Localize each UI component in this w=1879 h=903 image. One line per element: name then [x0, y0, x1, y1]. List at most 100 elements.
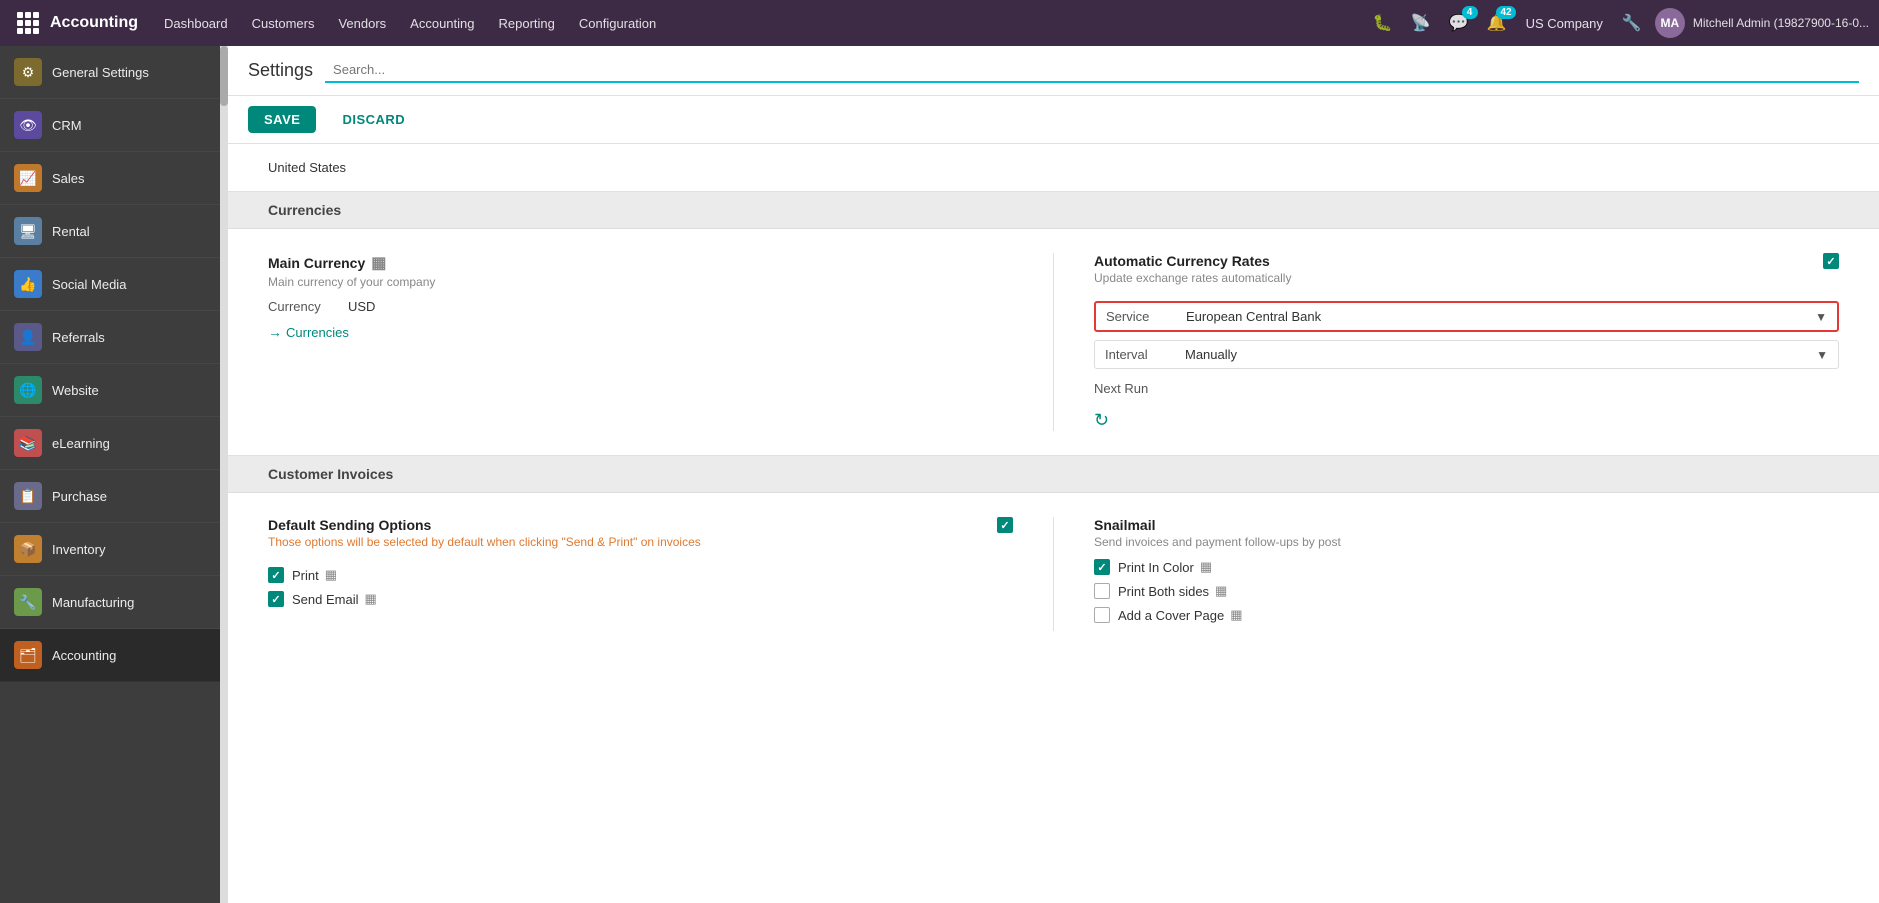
auto-rates-checkbox[interactable]: ✓	[1823, 253, 1839, 269]
nav-configuration[interactable]: Configuration	[569, 8, 666, 39]
interval-dropdown[interactable]: Manually ▼	[1185, 347, 1828, 362]
refresh-icon[interactable]: ↻	[1094, 410, 1839, 431]
add-cover-checkbox[interactable]	[1094, 607, 1110, 623]
save-button[interactable]: SAVE	[248, 106, 316, 133]
send-email-checkbox[interactable]: ✓	[268, 591, 284, 607]
invoice-vertical-divider	[1053, 517, 1054, 631]
interval-label: Interval	[1105, 347, 1185, 362]
invoice-settings-row: Default Sending Options Those options wi…	[268, 517, 1839, 631]
send-email-check-row: ✓ Send Email ▦	[268, 591, 1013, 607]
network-icon[interactable]: 📡	[1406, 8, 1436, 38]
main-nav: Dashboard Customers Vendors Accounting R…	[154, 8, 1368, 39]
currencies-section-header: Currencies	[228, 192, 1879, 229]
avatar[interactable]: MA	[1655, 8, 1685, 38]
sidebar-item-purchase[interactable]: 📋 Purchase	[0, 470, 220, 523]
accounting-icon: 🗂	[14, 641, 42, 669]
sidebar-label-referrals: Referrals	[52, 330, 105, 345]
currencies-link[interactable]: → Currencies	[268, 324, 1013, 340]
wrench-icon[interactable]: 🔧	[1617, 8, 1647, 38]
company-name[interactable]: US Company	[1520, 16, 1609, 31]
country-row: United States	[228, 144, 1879, 192]
main-currency-icon: ▦	[371, 253, 386, 273]
interval-value: Manually	[1185, 347, 1237, 362]
service-value: European Central Bank	[1186, 309, 1321, 324]
navbar: Accounting Dashboard Customers Vendors A…	[0, 0, 1879, 46]
sidebar-label-manufacturing: Manufacturing	[52, 595, 134, 610]
search-input[interactable]	[325, 58, 1859, 83]
page-title: Settings	[248, 60, 313, 81]
snailmail-title: Snailmail	[1094, 517, 1839, 533]
currency-field: Currency USD	[268, 299, 1013, 314]
elearning-icon: 📚	[14, 429, 42, 457]
user-name[interactable]: Mitchell Admin (19827900-16-0...	[1693, 16, 1869, 30]
purchase-icon: 📋	[14, 482, 42, 510]
sidebar-label-website: Website	[52, 383, 99, 398]
sidebar-item-sales[interactable]: 📈 Sales	[0, 152, 220, 205]
sidebar-label-accounting: Accounting	[52, 648, 116, 663]
app-title: Accounting	[50, 14, 138, 32]
main-layout: ⚙ General Settings 👁 CRM 📈 Sales 🖥 Renta…	[0, 46, 1879, 903]
default-sending-col: Default Sending Options Those options wi…	[268, 517, 1013, 631]
nav-reporting[interactable]: Reporting	[489, 8, 565, 39]
sidebar-item-website[interactable]: 🌐 Website	[0, 364, 220, 417]
discard-button[interactable]: DISCARD	[326, 106, 421, 133]
print-both-sides-label: Print Both sides ▦	[1118, 583, 1227, 599]
add-cover-icon: ▦	[1230, 607, 1242, 623]
settings-header: Settings	[228, 46, 1879, 96]
chat-badge: 4	[1462, 6, 1478, 19]
sidebar-item-general-settings[interactable]: ⚙ General Settings	[0, 46, 220, 99]
service-chevron-down-icon: ▼	[1815, 310, 1827, 324]
sidebar-item-manufacturing[interactable]: 🔧 Manufacturing	[0, 576, 220, 629]
currency-value: USD	[348, 299, 375, 314]
bug-icon[interactable]: 🐛	[1368, 8, 1398, 38]
snailmail-col: Snailmail Send invoices and payment foll…	[1094, 517, 1839, 631]
sidebar-label-general-settings: General Settings	[52, 65, 149, 80]
manufacturing-icon: 🔧	[14, 588, 42, 616]
nav-dashboard[interactable]: Dashboard	[154, 8, 238, 39]
print-checkbox[interactable]: ✓	[268, 567, 284, 583]
sidebar-label-crm: CRM	[52, 118, 82, 133]
print-color-checkbox[interactable]: ✓	[1094, 559, 1110, 575]
default-sending-checkbox[interactable]: ✓	[997, 517, 1013, 533]
sidebar-label-social-media: Social Media	[52, 277, 126, 292]
notification-icon[interactable]: 🔔 42	[1482, 8, 1512, 38]
print-both-sides-icon: ▦	[1215, 583, 1227, 599]
sidebar-label-sales: Sales	[52, 171, 85, 186]
nav-accounting[interactable]: Accounting	[400, 8, 484, 39]
sidebar-item-crm[interactable]: 👁 CRM	[0, 99, 220, 152]
country-value: United States	[268, 160, 346, 175]
service-dropdown-row[interactable]: Service European Central Bank ▼	[1094, 301, 1839, 332]
apps-menu-button[interactable]	[10, 5, 46, 41]
print-check-row: ✓ Print ▦	[268, 567, 1013, 583]
sidebar-label-purchase: Purchase	[52, 489, 107, 504]
sidebar-scrollbar[interactable]	[220, 46, 228, 903]
print-label: Print ▦	[292, 567, 337, 583]
nav-vendors[interactable]: Vendors	[328, 8, 396, 39]
print-both-sides-checkbox[interactable]	[1094, 583, 1110, 599]
chat-icon[interactable]: 💬 4	[1444, 8, 1474, 38]
service-dropdown[interactable]: European Central Bank ▼	[1186, 309, 1827, 324]
settings-content: United States Currencies Main Currency ▦…	[228, 144, 1879, 655]
send-email-icon: ▦	[364, 591, 376, 607]
sidebar-label-elearning: eLearning	[52, 436, 110, 451]
referrals-icon: 👤	[14, 323, 42, 351]
sidebar-item-elearning[interactable]: 📚 eLearning	[0, 417, 220, 470]
sidebar-item-rental[interactable]: 🖥 Rental	[0, 205, 220, 258]
auto-rates-col: Automatic Currency Rates Update exchange…	[1094, 253, 1839, 431]
print-color-icon: ▦	[1200, 559, 1212, 575]
main-currency-item: Main Currency ▦ Main currency of your co…	[268, 253, 1013, 340]
sidebar-item-accounting[interactable]: 🗂 Accounting	[0, 629, 220, 682]
snailmail-desc: Send invoices and payment follow-ups by …	[1094, 535, 1839, 549]
toolbar: SAVE DISCARD	[228, 96, 1879, 144]
sidebar-item-social-media[interactable]: 👍 Social Media	[0, 258, 220, 311]
interval-dropdown-row[interactable]: Interval Manually ▼	[1094, 340, 1839, 369]
sidebar: ⚙ General Settings 👁 CRM 📈 Sales 🖥 Renta…	[0, 46, 220, 903]
customer-invoices-section-header: Customer Invoices	[228, 456, 1879, 493]
sidebar-item-inventory[interactable]: 📦 Inventory	[0, 523, 220, 576]
default-sending-desc: Those options will be selected by defaul…	[268, 535, 701, 549]
sidebar-item-referrals[interactable]: 👤 Referrals	[0, 311, 220, 364]
social-media-icon: 👍	[14, 270, 42, 298]
nav-customers[interactable]: Customers	[242, 8, 325, 39]
service-label: Service	[1106, 309, 1186, 324]
print-color-label: Print In Color ▦	[1118, 559, 1212, 575]
